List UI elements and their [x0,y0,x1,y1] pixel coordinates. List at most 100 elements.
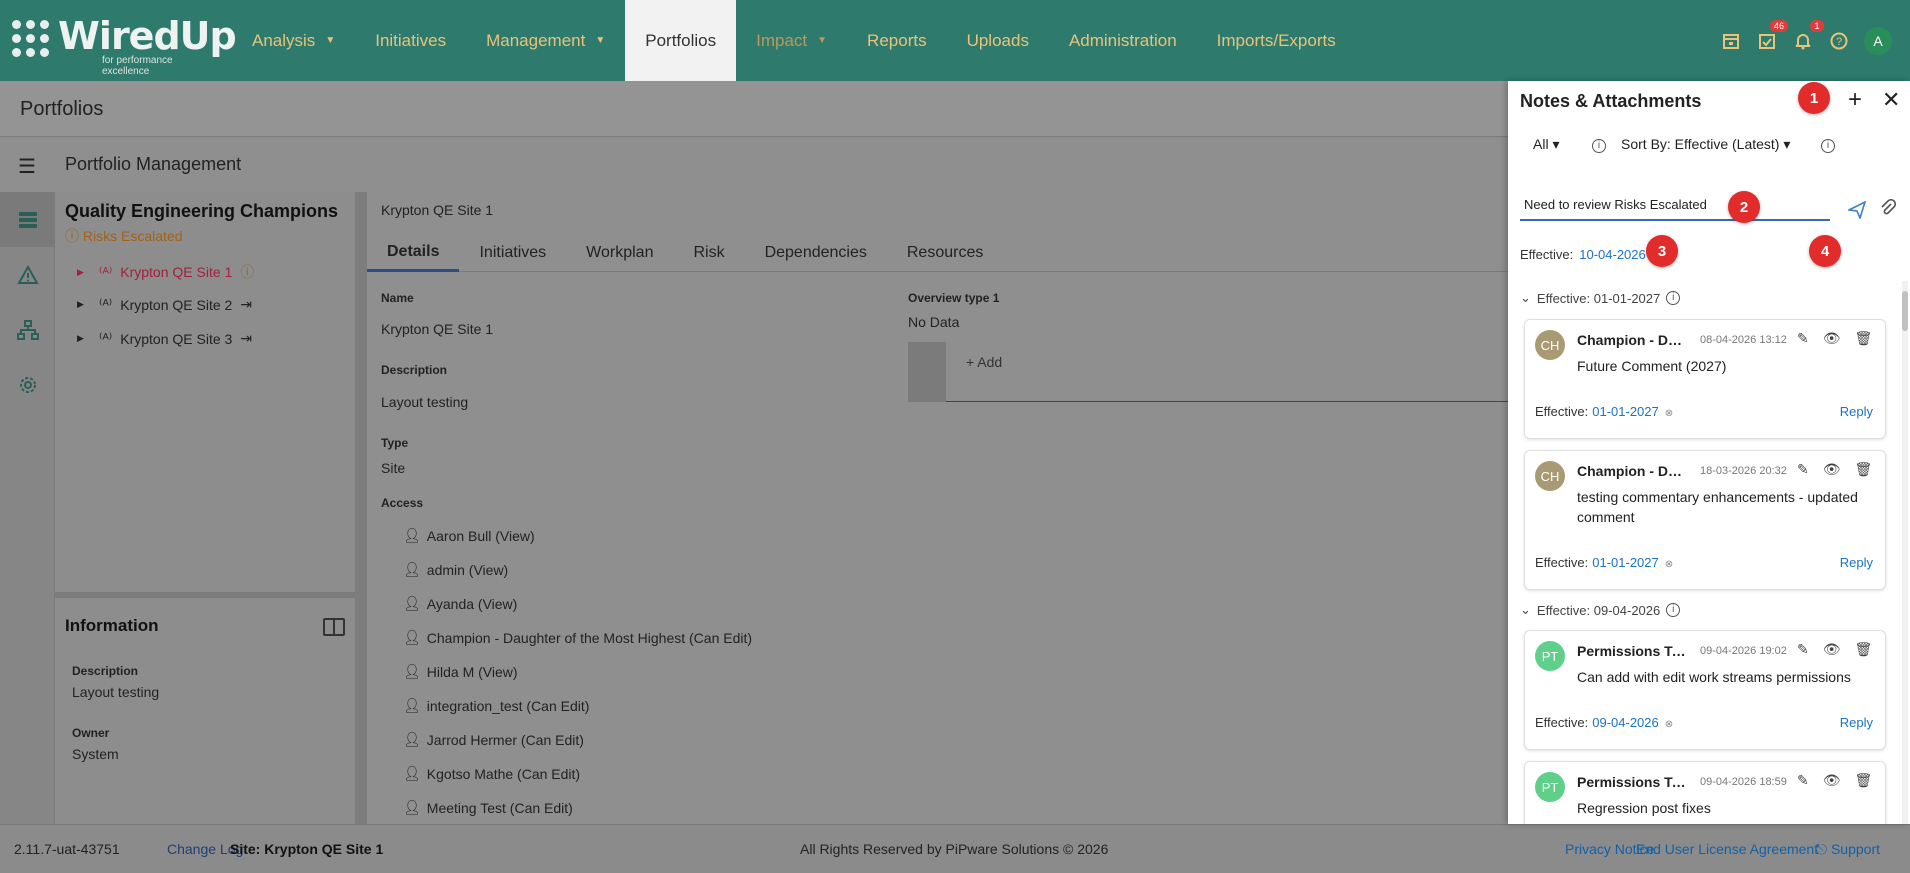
overview-add-box[interactable]: + Add [908,342,1510,402]
tab-initiatives[interactable]: Initiatives [459,234,566,272]
list-view-icon[interactable] [0,192,55,247]
effective-group-header[interactable]: ⌄ Effective: 01-01-2027 i [1520,290,1681,306]
settings-gear-icon[interactable] [0,357,55,412]
edit-icon[interactable]: ✎ [1797,641,1809,658]
hamburger-menu-icon[interactable]: ☰ [18,154,36,179]
tab-resources[interactable]: Resources [887,234,1003,272]
alert-circle-icon: ⓘ [240,264,255,280]
note-effective-date[interactable]: 01-01-2027 [1592,404,1659,419]
eye-icon[interactable]: 👁︎ [1823,330,1841,347]
eye-icon[interactable]: 👁︎ [1823,772,1841,789]
nav-label: Reports [867,30,927,50]
panel-scrollbar[interactable] [1902,281,1908,824]
tab-risk[interactable]: Risk [673,234,744,272]
reply-link[interactable]: Reply [1840,404,1873,419]
info-icon[interactable]: i [1666,291,1681,305]
clear-circle-icon[interactable]: ⊗ [1665,719,1673,730]
splitter-handle[interactable] [355,192,367,824]
paperclip-icon[interactable] [1880,198,1897,222]
trash-icon[interactable]: 🗑︎ [1855,461,1873,478]
panel-title: Notes & Attachments [1520,91,1702,111]
name-label: Name [381,291,414,305]
trash-icon[interactable]: 🗑︎ [1855,330,1873,347]
user-icon: 👤︎ [403,527,421,543]
help-icon[interactable]: ? [1828,30,1850,52]
tab-workplan[interactable]: Workplan [566,234,673,272]
access-text: Jarrod Hermer (Can Edit) [426,731,584,748]
note-effective-date[interactable]: 01-01-2027 [1592,555,1659,570]
nav-imports-exports[interactable]: Imports/Exports [1197,0,1356,81]
icon-rail [0,192,55,824]
nav-analysis[interactable]: Analysis ▼ [232,0,355,81]
bell-badge: 1 [1810,19,1824,32]
user-icon: 👤︎ [403,629,421,645]
portfolio-tree: Quality Engineering Champions ⓘ Risks Es… [55,192,355,592]
support-link[interactable]: ⎋ Support [1816,841,1880,858]
drag-grip[interactable] [908,342,946,402]
group-label: Effective: 09-04-2026 [1536,602,1661,618]
nav-reports[interactable]: Reports [847,0,947,81]
nav-impact[interactable]: Impact ▼ [736,0,847,81]
info-description-value: Layout testing [72,684,160,700]
trash-icon[interactable]: 🗑︎ [1855,772,1873,789]
avatar: CH [1535,461,1565,491]
note-input[interactable]: Need to review Risks Escalated [1520,191,1830,221]
tab-dependencies[interactable]: Dependencies [745,234,887,272]
edit-icon[interactable]: ✎ [1797,461,1809,478]
wiredup-logo[interactable]: WiredUp for performance excellence [12,14,237,77]
user-icon: 👤︎ [403,663,421,679]
send-icon[interactable] [1846,200,1867,224]
callout-marker: 1 [1798,82,1830,114]
tree-item[interactable]: ▶ ⁽ᴬ⁾ Krypton QE Site 2 ⇥ [77,296,252,313]
eye-icon[interactable]: 👁︎ [1823,461,1841,478]
expand-arrow-icon[interactable]: ▶ [77,299,91,310]
eye-icon[interactable]: 👁︎ [1823,641,1841,658]
nav-portfolios[interactable]: Portfolios [625,0,737,81]
expand-arrow-icon[interactable]: ▶ [77,267,91,278]
warning-icon[interactable] [0,247,55,302]
clear-circle-icon[interactable]: ⊗ [1665,559,1673,570]
nav-administration[interactable]: Administration [1049,0,1197,81]
bell-icon[interactable]: 1 [1792,19,1824,52]
nav-initiatives[interactable]: Initiatives [355,0,466,81]
tree-item[interactable]: ▶ ⁽ᴬ⁾ Krypton QE Site 3 ⇥ [77,330,252,347]
sort-dropdown[interactable]: Sort By: Effective (Latest) ▾ [1621,136,1790,153]
eula-link[interactable]: End User License Agreement [1636,841,1818,857]
trash-icon[interactable]: 🗑︎ [1855,641,1873,658]
add-button[interactable]: + Add [966,354,1002,370]
reply-link[interactable]: Reply [1840,555,1873,570]
note-effective-date[interactable]: 09-04-2026 [1592,715,1659,730]
layout-toggle-icon[interactable] [323,618,345,636]
nav-management[interactable]: Management ▼ [466,0,625,81]
info-icon[interactable]: i [1592,139,1606,153]
note-card: CH Champion - Dau... 18-03-2026 20:32 ✎ 👁… [1524,450,1886,590]
add-note-plus-icon[interactable]: + [1848,86,1862,114]
hierarchy-icon[interactable] [0,302,55,357]
user-icon: 👤︎ [403,731,421,747]
effective-date-picker[interactable]: 10-04-2026 [1579,247,1646,262]
user-avatar[interactable]: A [1864,26,1892,55]
reply-link[interactable]: Reply [1840,715,1873,730]
type-filter-dropdown[interactable]: All ▾ [1533,136,1559,153]
name-value: Krypton QE Site 1 [381,321,494,337]
edit-icon[interactable]: ✎ [1797,772,1809,789]
info-icon[interactable]: i [1666,603,1681,617]
calendar-icon[interactable] [1720,30,1742,52]
tasks-icon[interactable]: 46 [1756,19,1788,52]
note-effective: Effective: 01-01-2027 ⊗ [1535,555,1673,570]
expand-arrow-icon[interactable]: ▶ [77,333,91,344]
edit-icon[interactable]: ✎ [1797,330,1809,347]
clear-circle-icon[interactable]: ⊗ [1665,408,1673,419]
tree-item[interactable]: ▶ ⁽ᴬ⁾ Krypton QE Site 1 ⓘ [77,262,254,282]
tree-item-label: Krypton QE Site 2 [120,296,233,313]
avatar: CH [1535,330,1565,360]
close-icon[interactable]: ✕ [1882,87,1900,113]
logo-dots-icon [12,20,52,60]
nav-label: Initiatives [375,30,447,50]
nav-uploads[interactable]: Uploads [947,0,1049,81]
access-item: 👤︎ admin (View) [403,561,508,578]
info-icon[interactable]: i [1821,139,1835,153]
scrollbar-thumb[interactable] [1902,291,1908,331]
tab-details[interactable]: Details [367,234,460,272]
effective-group-header[interactable]: ⌄ Effective: 09-04-2026 i [1520,602,1681,618]
